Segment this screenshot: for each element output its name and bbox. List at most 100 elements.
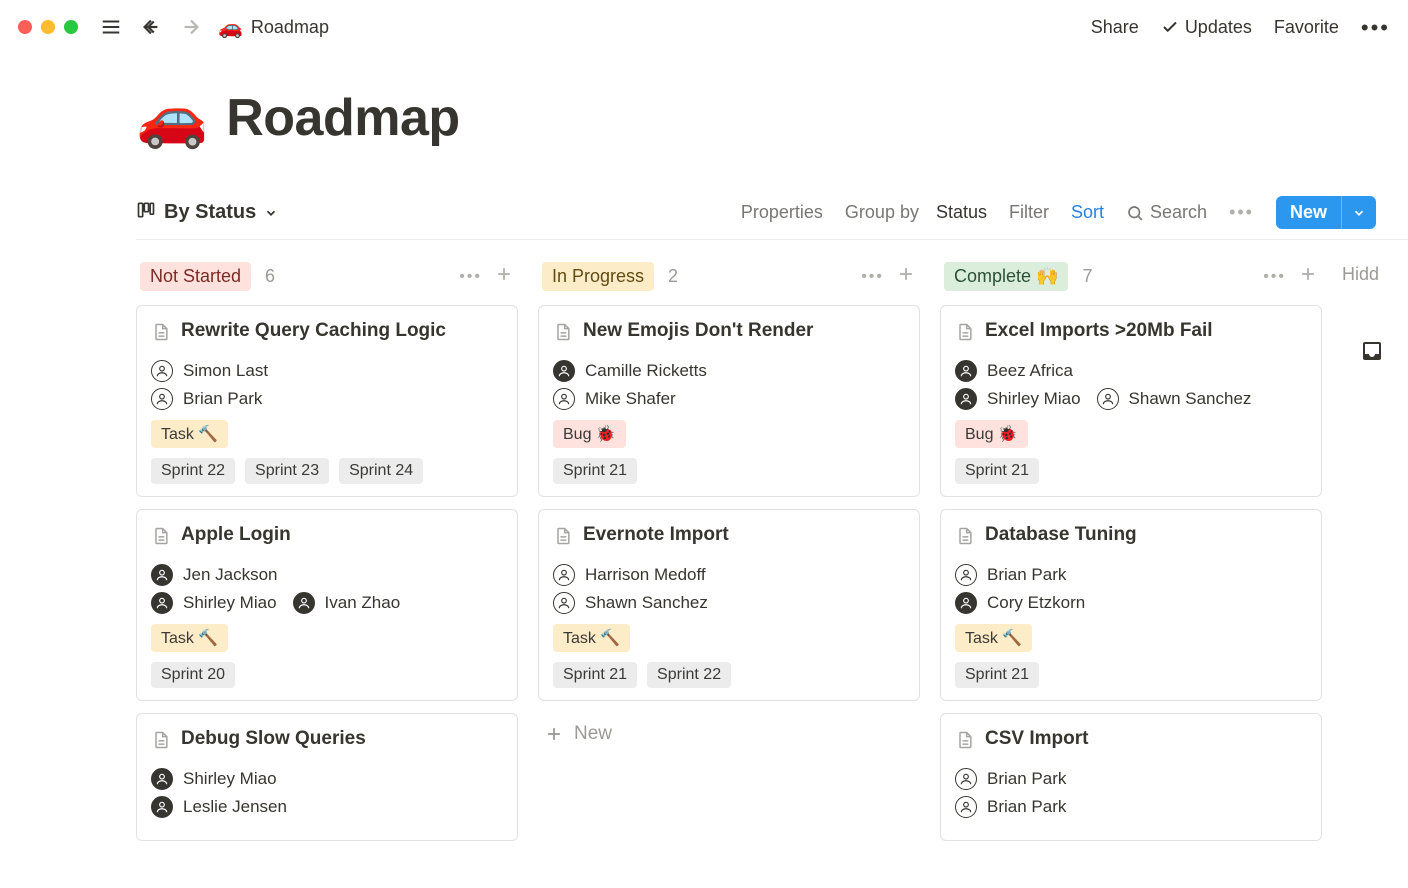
filter-button[interactable]: Filter <box>1009 202 1049 223</box>
sprint-tag: Sprint 24 <box>339 458 423 484</box>
forward-icon[interactable] <box>178 14 204 40</box>
type-tags: Bug 🐞 <box>955 420 1307 448</box>
new-dropdown-icon[interactable] <box>1341 196 1376 229</box>
view-name: By Status <box>164 201 256 224</box>
person: Simon Last <box>151 360 268 382</box>
inbox-icon[interactable] <box>1342 339 1402 363</box>
column-more-icon[interactable]: ••• <box>1263 268 1286 286</box>
avatar-icon <box>151 768 173 790</box>
favorite-button[interactable]: Favorite <box>1274 17 1339 38</box>
sprint-tag: Sprint 21 <box>955 662 1039 688</box>
sprint-tag: Sprint 21 <box>553 458 637 484</box>
status-pill[interactable]: Not Started <box>140 262 251 291</box>
view-switcher[interactable]: By Status <box>136 200 278 226</box>
column-add-icon[interactable] <box>494 264 514 289</box>
card-title: CSV Import <box>985 728 1088 750</box>
card-title: Rewrite Query Caching Logic <box>181 320 446 342</box>
card[interactable]: CSV Import Brian Park Brian Park <box>940 713 1322 841</box>
column-more-icon[interactable]: ••• <box>459 268 482 286</box>
person-name: Shirley Miao <box>987 389 1081 409</box>
people-row: Shirley Miao Shawn Sanchez <box>955 388 1307 410</box>
group-by-button[interactable]: Group by Status <box>845 202 987 223</box>
sprint-tag: Sprint 20 <box>151 662 235 688</box>
more-icon[interactable]: ••• <box>1361 22 1390 33</box>
people-row: Camille Ricketts <box>553 360 905 382</box>
sprint-tag: Sprint 23 <box>245 458 329 484</box>
card-title: Debug Slow Queries <box>181 728 366 750</box>
type-tags: Task 🔨 <box>151 420 503 448</box>
window-traffic-lights <box>18 20 78 34</box>
sprint-tag: Sprint 21 <box>955 458 1039 484</box>
sprint-tags: Sprint 21Sprint 22 <box>553 662 905 688</box>
status-pill[interactable]: In Progress <box>542 262 654 291</box>
breadcrumb[interactable]: 🚗 Roadmap <box>218 15 329 40</box>
cards-container: Rewrite Query Caching Logic Simon Last B… <box>136 305 518 841</box>
card[interactable]: Evernote Import Harrison Medoff Shawn Sa… <box>538 509 920 701</box>
type-tags: Bug 🐞 <box>553 420 905 448</box>
traffic-zoom[interactable] <box>64 20 78 34</box>
column-count: 6 <box>265 266 275 287</box>
person: Brian Park <box>151 388 262 410</box>
card-title: Evernote Import <box>583 524 729 546</box>
new-card-button[interactable]: New <box>538 713 920 755</box>
sprint-tags: Sprint 21 <box>553 458 905 484</box>
person: Shawn Sanchez <box>553 592 708 614</box>
avatar-icon <box>151 564 173 586</box>
topbar-right: Share Updates Favorite ••• <box>1091 17 1390 38</box>
person-name: Leslie Jensen <box>183 797 287 817</box>
traffic-close[interactable] <box>18 20 32 34</box>
person-name: Shirley Miao <box>183 769 277 789</box>
topbar-left: 🚗 Roadmap <box>18 14 329 40</box>
traffic-minimize[interactable] <box>41 20 55 34</box>
status-pill[interactable]: Complete 🙌 <box>944 262 1068 291</box>
card[interactable]: Debug Slow Queries Shirley Miao Leslie J… <box>136 713 518 841</box>
hamburger-icon[interactable] <box>98 14 124 40</box>
avatar-icon <box>553 592 575 614</box>
avatar-icon <box>553 388 575 410</box>
person: Harrison Medoff <box>553 564 706 586</box>
card-title: Excel Imports >20Mb Fail <box>985 320 1213 342</box>
page-title-row: 🚗 Roadmap <box>136 84 1408 152</box>
back-icon[interactable] <box>138 14 164 40</box>
toolbar-more-icon[interactable]: ••• <box>1229 202 1254 223</box>
people-row: Shirley Miao <box>151 768 503 790</box>
type-tags: Task 🔨 <box>151 624 503 652</box>
card[interactable]: Rewrite Query Caching Logic Simon Last B… <box>136 305 518 497</box>
search-button[interactable]: Search <box>1126 202 1207 223</box>
hidden-column: Hidd <box>1342 262 1402 841</box>
card[interactable]: Apple Login Jen Jackson Shirley Miao Iva… <box>136 509 518 701</box>
avatar-icon <box>293 592 315 614</box>
type-tag: Bug 🐞 <box>553 420 626 448</box>
card[interactable]: Excel Imports >20Mb Fail Beez Africa Shi… <box>940 305 1322 497</box>
column-add-icon[interactable] <box>1298 264 1318 289</box>
card[interactable]: New Emojis Don't Render Camille Ricketts… <box>538 305 920 497</box>
page-emoji[interactable]: 🚗 <box>136 84 208 152</box>
sprint-tags: Sprint 22Sprint 23Sprint 24 <box>151 458 503 484</box>
sort-button[interactable]: Sort <box>1071 202 1104 223</box>
page-title[interactable]: Roadmap <box>226 88 459 148</box>
plus-icon <box>544 724 564 744</box>
person-name: Shirley Miao <box>183 593 277 613</box>
person: Shirley Miao <box>955 388 1081 410</box>
person-name: Jen Jackson <box>183 565 278 585</box>
people-row: Shirley Miao Ivan Zhao <box>151 592 503 614</box>
column-add-icon[interactable] <box>896 264 916 289</box>
person-name: Brian Park <box>987 797 1066 817</box>
updates-button[interactable]: Updates <box>1161 17 1252 38</box>
type-tags: Task 🔨 <box>955 624 1307 652</box>
share-button[interactable]: Share <box>1091 17 1139 38</box>
controls-right: Properties Group by Status Filter Sort S… <box>741 196 1376 229</box>
view-controls: By Status Properties Group by Status Fil… <box>136 196 1408 240</box>
type-tag: Bug 🐞 <box>955 420 1028 448</box>
properties-button[interactable]: Properties <box>741 202 823 223</box>
column-more-icon[interactable]: ••• <box>861 268 884 286</box>
people-row: Beez Africa <box>955 360 1307 382</box>
card[interactable]: Database Tuning Brian Park Cory Etzkorn … <box>940 509 1322 701</box>
new-button[interactable]: New <box>1276 196 1376 229</box>
column-header: Complete 🙌 7 ••• <box>940 262 1322 305</box>
hidden-label[interactable]: Hidd <box>1342 264 1402 285</box>
people: Beez Africa Shirley Miao Shawn Sanchez <box>955 360 1307 410</box>
chevron-down-icon <box>1352 206 1366 220</box>
person: Shirley Miao <box>151 592 277 614</box>
people-row: Harrison Medoff <box>553 564 905 586</box>
